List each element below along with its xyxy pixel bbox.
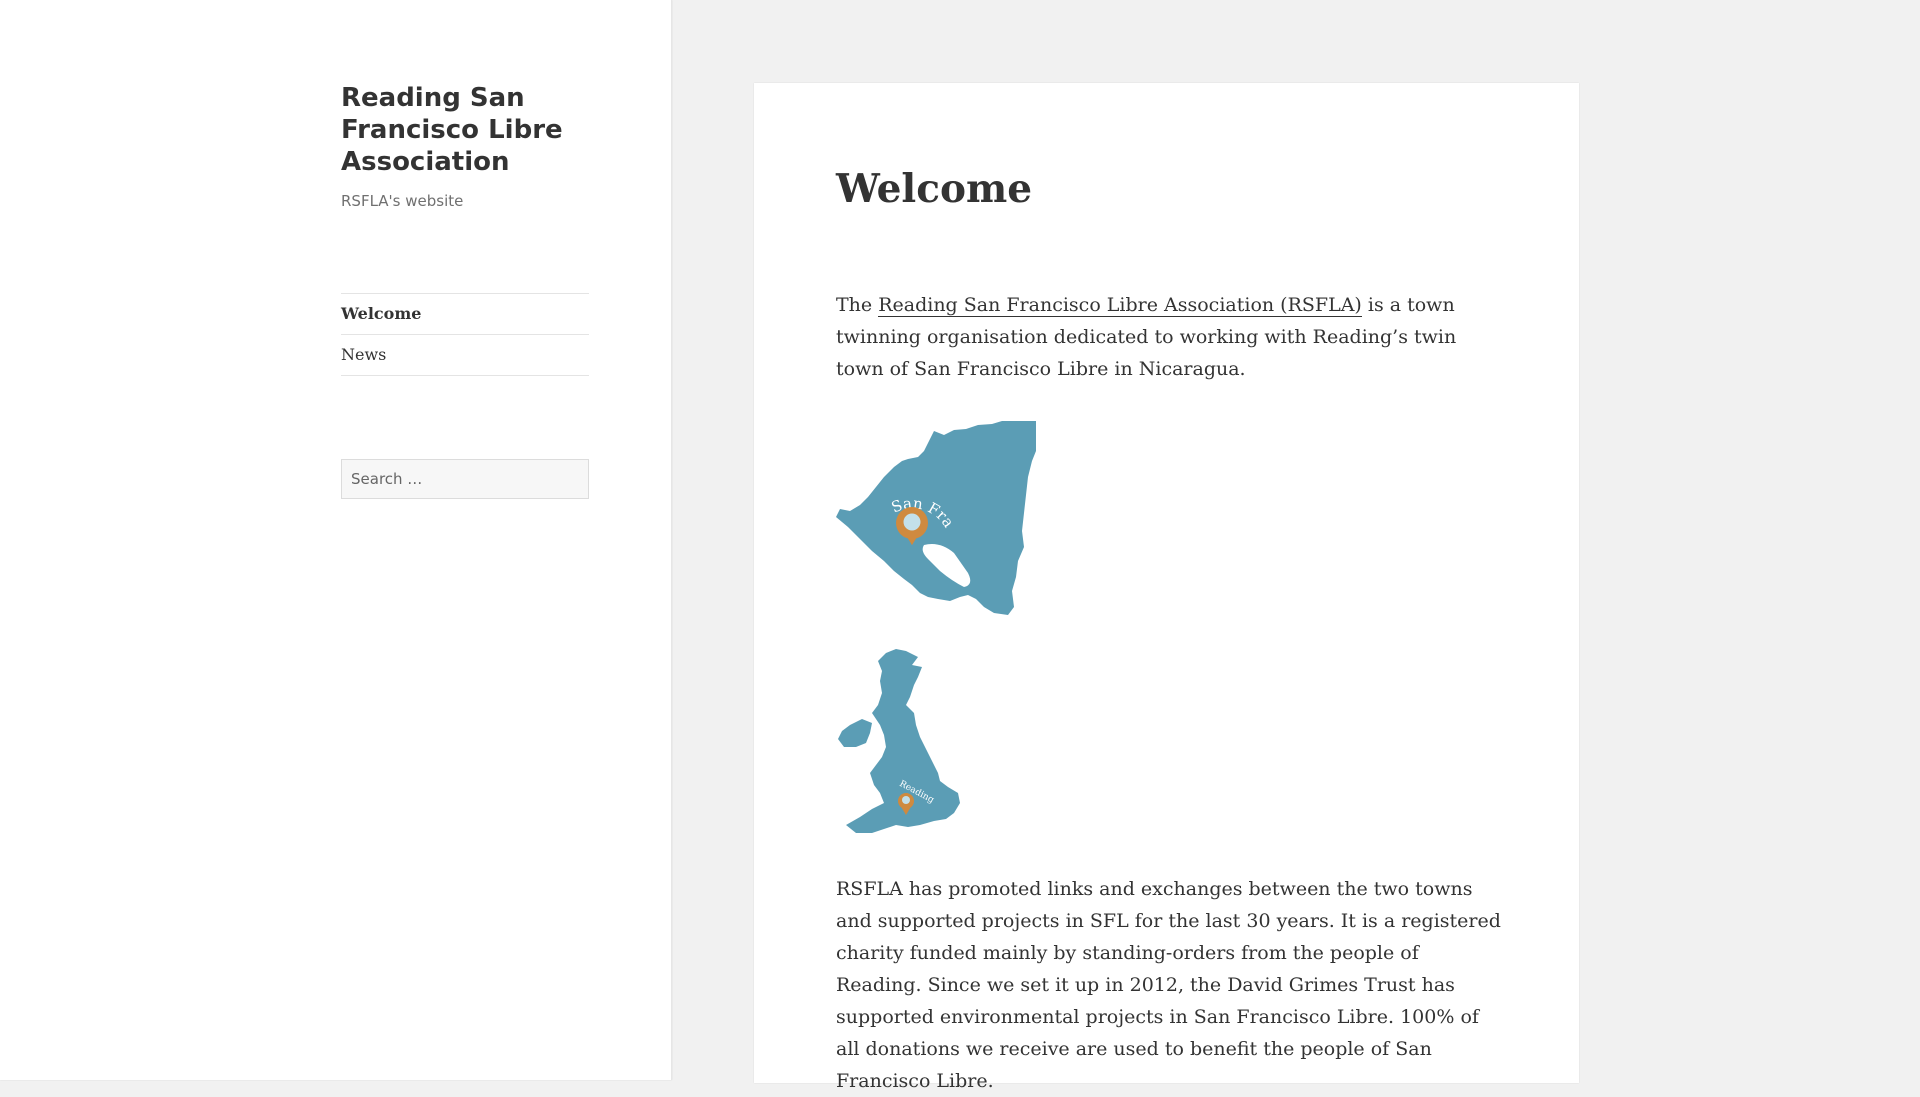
rsfla-link[interactable]: Reading San Francisco Libre Association … [878,294,1362,317]
main-navigation: Welcome News [341,293,589,376]
search-form [341,459,589,499]
intro-paragraph: The Reading San Francisco Libre Associat… [836,289,1501,385]
intro-text-before: The [836,294,879,316]
page-article: Welcome The Reading San Francisco Libre … [836,165,1501,1097]
ireland-shape [838,719,872,747]
content-card: Welcome The Reading San Francisco Libre … [754,83,1579,1092]
site-description: RSFLA's website [341,192,464,210]
site-branding: Reading San Francisco Libre Association … [341,82,591,210]
body-paragraph: RSFLA has promoted links and exchanges b… [836,878,1501,1092]
nav-item-welcome[interactable]: Welcome [341,294,589,335]
page-title: Welcome [836,166,1033,212]
sidebar: Reading San Francisco Libre Association … [0,0,672,1080]
nicaragua-map-image: San Francisco Libre [836,421,1036,615]
site-title[interactable]: Reading San Francisco Libre Association [341,82,591,178]
search-input[interactable] [341,459,589,499]
uk-map-image: Reading [838,649,960,833]
nav-item-news[interactable]: News [341,335,589,376]
